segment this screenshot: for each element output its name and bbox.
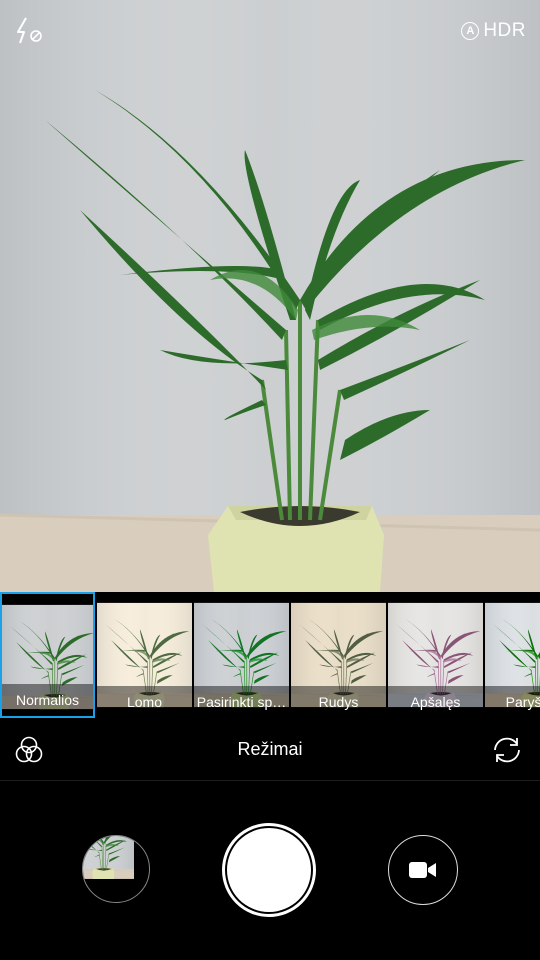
shutter-button[interactable]	[222, 823, 316, 917]
gallery-thumbnail[interactable]	[82, 835, 150, 903]
shutter-inner	[227, 828, 311, 912]
gallery-preview-image	[83, 836, 150, 903]
filter-label: Lomo	[97, 686, 192, 718]
filter-frozen[interactable]: Apšalęs	[388, 592, 483, 718]
filter-lomo[interactable]: Lomo	[97, 592, 192, 718]
filter-label: Apšalęs	[388, 686, 483, 718]
viewfinder[interactable]: A HDR	[0, 0, 540, 592]
filter-label: Normalios	[2, 684, 93, 716]
filter-selective-color[interactable]: Pasirinkti sp…	[194, 592, 289, 718]
modes-row: Režimai	[0, 718, 540, 781]
filter-label: Rudys	[291, 686, 386, 718]
color-filters-icon[interactable]	[14, 735, 44, 765]
capture-controls	[0, 781, 540, 960]
filter-strip[interactable]: Normalios Lomo Pasirinkti sp… Rudys Apša…	[0, 592, 540, 718]
hdr-label: HDR	[483, 20, 526, 41]
flash-off-icon[interactable]	[14, 16, 48, 46]
filter-label: Paryškin	[485, 686, 540, 718]
filter-normal[interactable]: Normalios	[0, 592, 95, 718]
video-camera-icon	[409, 862, 436, 878]
filter-label: Pasirinkti sp…	[194, 686, 289, 718]
viewfinder-preview-image	[0, 0, 540, 592]
camera-screen: A HDR Normalios Lomo Pasirinkti sp… Rudy…	[0, 0, 540, 960]
filter-vivid[interactable]: Paryškin	[485, 592, 540, 718]
filter-rust[interactable]: Rudys	[291, 592, 386, 718]
modes-button[interactable]: Režimai	[237, 739, 302, 760]
switch-camera-icon[interactable]	[490, 734, 524, 766]
hdr-auto-badge: A	[461, 22, 480, 40]
video-mode-button[interactable]	[388, 835, 458, 905]
hdr-auto-button[interactable]: A HDR	[461, 18, 526, 44]
